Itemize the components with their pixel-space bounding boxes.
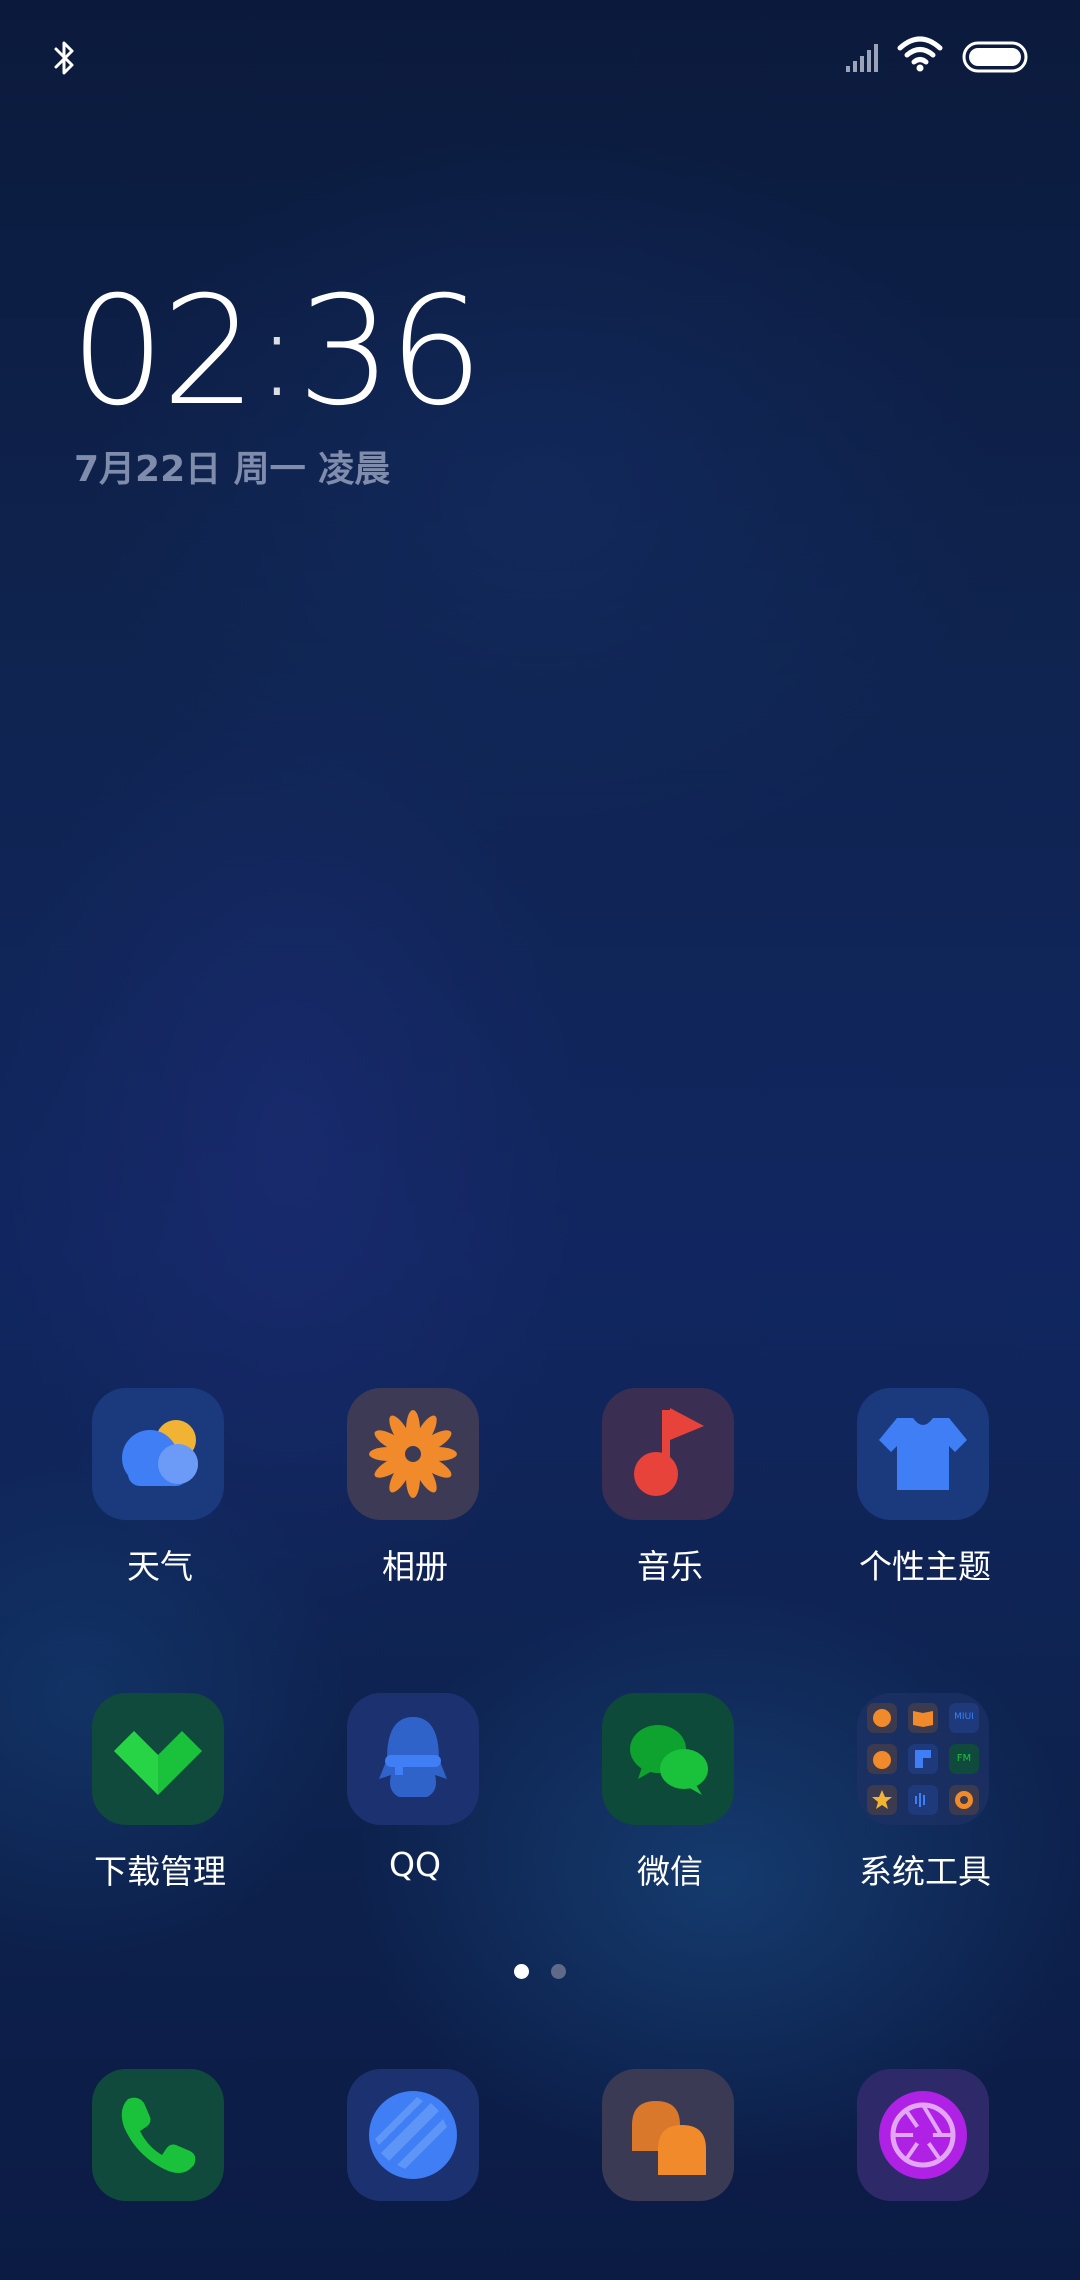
app-label: 下载管理 [94,1852,226,1891]
app-wechat[interactable]: 微信 [575,1693,765,1923]
wechat-icon [602,1693,734,1825]
app-label: QQ [389,1845,441,1884]
messages-icon[interactable] [602,2069,734,2201]
qq-icon [347,1693,479,1825]
app-themes[interactable]: 个性主题 [830,1388,1020,1618]
page-indicator[interactable] [0,1962,1080,1982]
battery-icon [962,41,1028,73]
app-label: 音乐 [637,1547,703,1586]
clock-separator: : [256,285,297,424]
folder-mini-label-miui: MIUI [954,1712,974,1722]
clock-widget[interactable]: 02:36 [70,272,484,432]
camera-icon[interactable] [857,2069,989,2201]
date-label[interactable]: 7月22日 周一 凌晨 [74,440,390,492]
app-label: 相册 [382,1547,448,1586]
page-dot-active[interactable] [514,1964,529,1979]
gallery-icon [347,1388,479,1520]
folder-label: 系统工具 [859,1852,991,1891]
music-icon [602,1388,734,1520]
browser-icon[interactable] [347,2069,479,2201]
app-label: 个性主题 [859,1547,991,1586]
app-weather[interactable]: 天气 [65,1388,255,1618]
phone-icon[interactable] [92,2069,224,2201]
app-downloads[interactable]: 下载管理 [65,1693,255,1923]
app-qq[interactable]: QQ [320,1693,510,1923]
clock-minutes: 36 [296,265,484,439]
app-label: 微信 [637,1852,703,1891]
clock-hours: 02 [70,265,257,439]
app-label: 天气 [127,1547,193,1586]
system-tools-folder-icon: MIUI FM [857,1693,989,1825]
signal-icon [846,44,878,72]
weather-icon [92,1388,224,1520]
folder-system-tools[interactable]: MIUI FM 系统工具 [830,1693,1020,1923]
app-gallery[interactable]: 相册 [320,1388,510,1618]
themes-icon [857,1388,989,1520]
app-music[interactable]: 音乐 [575,1388,765,1618]
bluetooth-icon [54,41,74,75]
wifi-icon [897,36,943,72]
page-dot[interactable] [551,1964,566,1979]
status-bar [0,0,1080,115]
downloads-icon [92,1693,224,1825]
folder-mini-label-fm: FM [956,1753,972,1764]
